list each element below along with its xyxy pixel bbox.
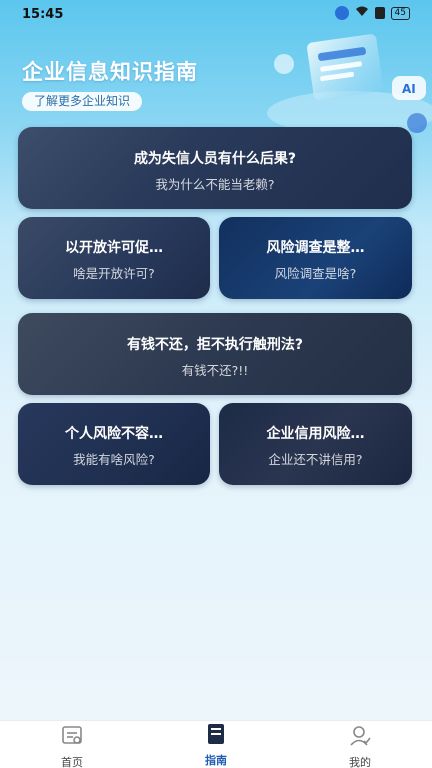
- article-card-subtitle: 我能有啥风险?: [73, 452, 155, 467]
- guide-icon: [208, 724, 224, 744]
- hero-illustration: AI: [267, 34, 432, 135]
- nav-home[interactable]: 首页: [42, 725, 102, 768]
- home-icon: [62, 726, 82, 744]
- status-time: 15:45: [22, 7, 64, 22]
- page-title: 企业信息知识指南: [22, 60, 198, 84]
- nav-guide[interactable]: 指南: [156, 723, 276, 768]
- article-card-3[interactable]: 风险调查是整… 风险调查是啥?: [219, 217, 412, 299]
- article-card-subtitle: 有钱不还?!!: [181, 363, 249, 378]
- article-card-subtitle: 我为什么不能当老赖?: [155, 177, 275, 192]
- page-subtitle: 了解更多企业知识: [22, 92, 143, 111]
- nav-home-label: 首页: [61, 756, 83, 768]
- article-card-subtitle: 企业还不讲信用?: [268, 452, 363, 467]
- article-card-title: 风险调查是整…: [266, 240, 365, 256]
- nav-mine[interactable]: 我的: [330, 725, 390, 768]
- article-card-5[interactable]: 个人风险不容… 我能有啥风险?: [18, 403, 210, 485]
- nav-guide-label: 指南: [205, 754, 227, 767]
- article-card-2[interactable]: 以开放许可促… 啥是开放许可?: [18, 217, 210, 299]
- article-card-1[interactable]: 成为失信人员有什么后果? 我为什么不能当老赖?: [18, 127, 412, 209]
- article-card-4[interactable]: 有钱不还，拒不执行触刑法? 有钱不还?!!: [18, 313, 412, 395]
- nav-mine-label: 我的: [349, 756, 371, 768]
- user-icon: [350, 726, 371, 746]
- article-card-title: 企业信用风险…: [266, 426, 365, 442]
- article-card-6[interactable]: 企业信用风险… 企业还不讲信用?: [219, 403, 412, 485]
- hero-ai-label: AI: [402, 82, 416, 96]
- article-card-title: 以开放许可促…: [65, 240, 163, 256]
- article-card-title: 有钱不还，拒不执行触刑法?: [126, 337, 304, 353]
- article-card-subtitle: 风险调查是啥?: [274, 266, 357, 281]
- bottom-nav: 首页 指南 我的: [0, 720, 432, 768]
- article-card-title: 个人风险不容…: [65, 426, 163, 442]
- article-card-subtitle: 啥是开放许可?: [73, 266, 155, 281]
- article-card-title: 成为失信人员有什么后果?: [133, 151, 297, 167]
